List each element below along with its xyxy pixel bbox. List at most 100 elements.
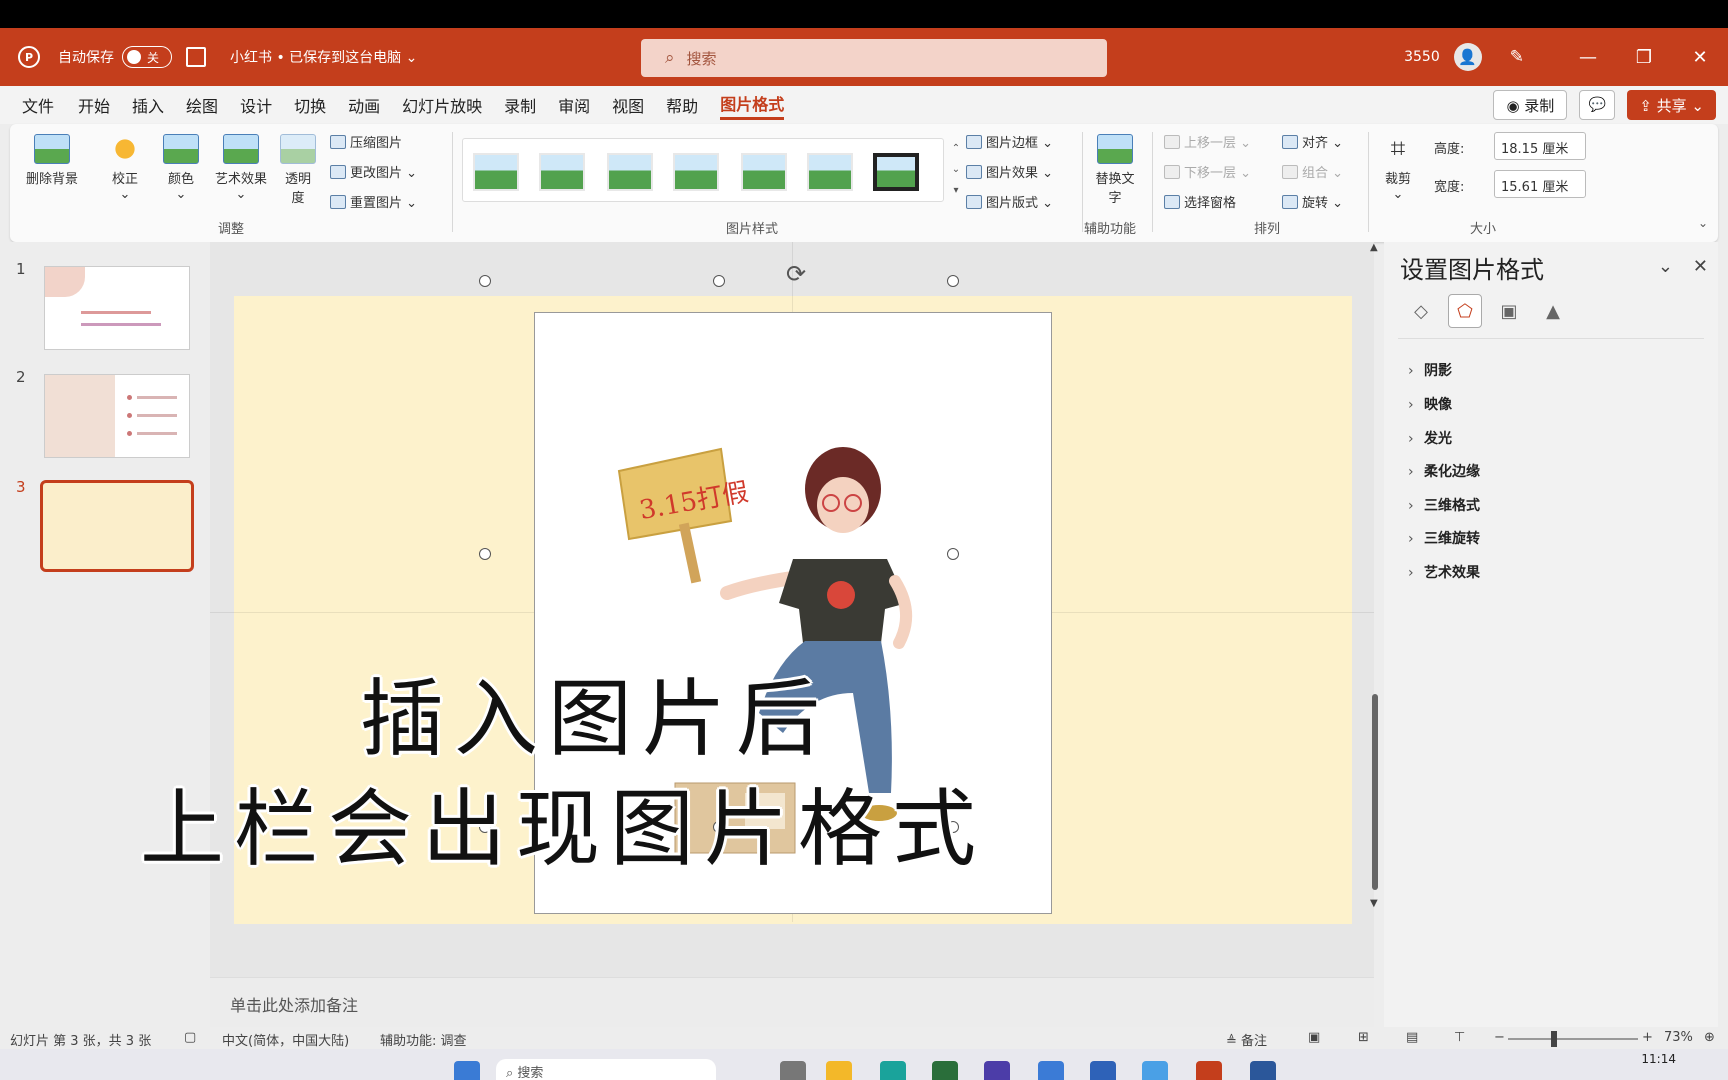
- tab-insert[interactable]: 插入: [132, 93, 164, 117]
- store-icon[interactable]: [932, 1061, 958, 1080]
- art-effects-button[interactable]: 艺术效果 ⌄: [210, 134, 272, 202]
- app-icon[interactable]: [1038, 1061, 1064, 1080]
- tab-help[interactable]: 帮助: [666, 93, 698, 117]
- picture-layout-button[interactable]: 图片版式 ⌄: [966, 192, 1053, 211]
- scroll-up-icon[interactable]: ▲: [1370, 242, 1378, 253]
- style-thumb-4[interactable]: [673, 153, 719, 191]
- resize-handle[interactable]: [479, 275, 491, 287]
- slideshow-icon[interactable]: ⊤: [1454, 1030, 1465, 1045]
- app-icon[interactable]: [1090, 1061, 1116, 1080]
- slide-sorter-icon[interactable]: ⊞: [1358, 1030, 1369, 1045]
- word-taskbar-icon[interactable]: [1250, 1061, 1276, 1080]
- tab-transitions[interactable]: 切换: [294, 93, 326, 117]
- taskbar-search[interactable]: ⌕ 搜索: [496, 1059, 716, 1080]
- rotate-handle-icon[interactable]: ⟳: [786, 260, 806, 288]
- tab-home[interactable]: 开始: [78, 93, 110, 117]
- app-icon[interactable]: [984, 1061, 1010, 1080]
- notes-bar[interactable]: 单击此处添加备注: [210, 977, 1374, 1027]
- align-button[interactable]: 对齐 ⌄: [1282, 132, 1343, 151]
- spelling-icon[interactable]: ▢: [184, 1030, 196, 1045]
- picture-border-button[interactable]: 图片边框 ⌄: [966, 132, 1053, 151]
- bring-forward-button[interactable]: 上移一层 ⌄: [1164, 132, 1251, 151]
- close-icon[interactable]: ✕: [1693, 256, 1708, 277]
- section-shadow[interactable]: › 阴影: [1408, 360, 1452, 380]
- tab-view[interactable]: 视图: [612, 93, 644, 117]
- section-glow[interactable]: › 发光: [1408, 428, 1452, 448]
- style-thumb-7[interactable]: [873, 153, 919, 191]
- section-reflection[interactable]: › 映像: [1408, 394, 1452, 414]
- tab-animations[interactable]: 动画: [348, 93, 380, 117]
- tab-file[interactable]: 文件: [22, 93, 54, 117]
- group-button[interactable]: 组合 ⌄: [1282, 162, 1343, 181]
- language-indicator[interactable]: 中文(简体，中国大陆): [222, 1030, 349, 1049]
- resize-handle[interactable]: [713, 275, 725, 287]
- effects-tab-icon[interactable]: ⬠: [1448, 294, 1482, 328]
- slide-thumbnail-3[interactable]: [40, 480, 194, 572]
- zoom-in-icon[interactable]: +: [1642, 1030, 1653, 1045]
- height-field[interactable]: 18.15 厘米: [1494, 132, 1586, 160]
- transparency-button[interactable]: 透明度: [280, 134, 316, 206]
- file-explorer-icon[interactable]: [826, 1061, 852, 1080]
- tab-review[interactable]: 审阅: [558, 93, 590, 117]
- save-icon[interactable]: [186, 47, 206, 67]
- fit-slide-icon[interactable]: ⊕: [1704, 1030, 1715, 1045]
- section-soft-edges[interactable]: › 柔化边缘: [1408, 461, 1480, 481]
- selection-pane-button[interactable]: 选择窗格: [1164, 192, 1236, 211]
- pen-icon[interactable]: ✎: [1510, 47, 1524, 67]
- reset-picture-button[interactable]: 重置图片 ⌄: [330, 192, 417, 211]
- collapse-ribbon-icon[interactable]: ⌄: [1698, 216, 1708, 230]
- task-view-icon[interactable]: [780, 1061, 806, 1080]
- tab-draw[interactable]: 绘图: [186, 93, 218, 117]
- width-field[interactable]: 15.61 厘米: [1494, 170, 1586, 198]
- change-picture-button[interactable]: 更改图片 ⌄: [330, 162, 417, 181]
- crop-button[interactable]: ⌗ 裁剪 ⌄: [1378, 134, 1418, 202]
- windows-start-icon[interactable]: [454, 1061, 480, 1080]
- send-backward-button[interactable]: 下移一层 ⌄: [1164, 162, 1251, 181]
- compress-pictures-button[interactable]: 压缩图片: [330, 132, 402, 151]
- search-box[interactable]: ⌕ 搜索: [641, 39, 1107, 77]
- restore-button[interactable]: ❐: [1616, 47, 1672, 68]
- style-thumb-6[interactable]: [807, 153, 853, 191]
- vertical-scrollbar[interactable]: ▲ ▼: [1370, 242, 1380, 968]
- fill-line-tab-icon[interactable]: ◇: [1404, 294, 1438, 328]
- zoom-slider[interactable]: [1508, 1038, 1638, 1040]
- notes-toggle[interactable]: ≜ 备注: [1226, 1030, 1267, 1049]
- chevron-down-icon[interactable]: ⌄: [1658, 256, 1673, 277]
- style-thumb-1[interactable]: [473, 153, 519, 191]
- app-icon[interactable]: [1142, 1061, 1168, 1080]
- slide-thumbnail-1[interactable]: [44, 266, 190, 350]
- style-thumb-2[interactable]: [539, 153, 585, 191]
- rotate-button[interactable]: 旋转 ⌄: [1282, 192, 1343, 211]
- tab-record[interactable]: 录制: [504, 93, 536, 117]
- style-thumb-5[interactable]: [741, 153, 787, 191]
- picture-tab-icon[interactable]: ▲: [1536, 294, 1570, 328]
- resize-handle[interactable]: [479, 548, 491, 560]
- gallery-scroll-buttons[interactable]: ⌃ ⌄ ▾: [948, 138, 964, 202]
- document-name[interactable]: 小红书 • 已保存到这台电脑 ⌄: [230, 47, 417, 67]
- tab-design[interactable]: 设计: [240, 93, 272, 117]
- tab-picture-format[interactable]: 图片格式: [720, 91, 785, 120]
- comment-icon[interactable]: 💬: [1579, 90, 1616, 120]
- remove-background-button[interactable]: 删除背景: [22, 134, 82, 187]
- powerpoint-taskbar-icon[interactable]: [1196, 1061, 1222, 1080]
- record-button[interactable]: ◉ 录制: [1493, 90, 1568, 120]
- scrollbar-thumb[interactable]: [1372, 694, 1378, 890]
- reading-view-icon[interactable]: ▤: [1406, 1030, 1418, 1045]
- normal-view-icon[interactable]: ▣: [1308, 1030, 1320, 1045]
- picture-effects-button[interactable]: 图片效果 ⌄: [966, 162, 1053, 181]
- section-artistic-effects[interactable]: › 艺术效果: [1408, 562, 1480, 582]
- zoom-slider-knob[interactable]: [1551, 1031, 1557, 1047]
- size-properties-tab-icon[interactable]: ▣: [1492, 294, 1526, 328]
- alt-text-button[interactable]: 替换文字: [1092, 134, 1138, 206]
- share-button[interactable]: ⇪ 共享 ⌄: [1627, 90, 1716, 120]
- avatar[interactable]: 👤: [1453, 43, 1482, 71]
- accessibility-status[interactable]: 辅助功能: 调查: [380, 1030, 467, 1049]
- edge-browser-icon[interactable]: [880, 1061, 906, 1080]
- autosave-toggle[interactable]: 关: [122, 46, 172, 68]
- zoom-level[interactable]: 73%: [1664, 1030, 1693, 1045]
- zoom-out-icon[interactable]: −: [1494, 1030, 1505, 1045]
- section-3d-format[interactable]: › 三维格式: [1408, 495, 1480, 515]
- color-button[interactable]: 颜色 ⌄: [158, 134, 204, 202]
- scroll-down-icon[interactable]: ▼: [1370, 898, 1378, 909]
- style-thumb-3[interactable]: [607, 153, 653, 191]
